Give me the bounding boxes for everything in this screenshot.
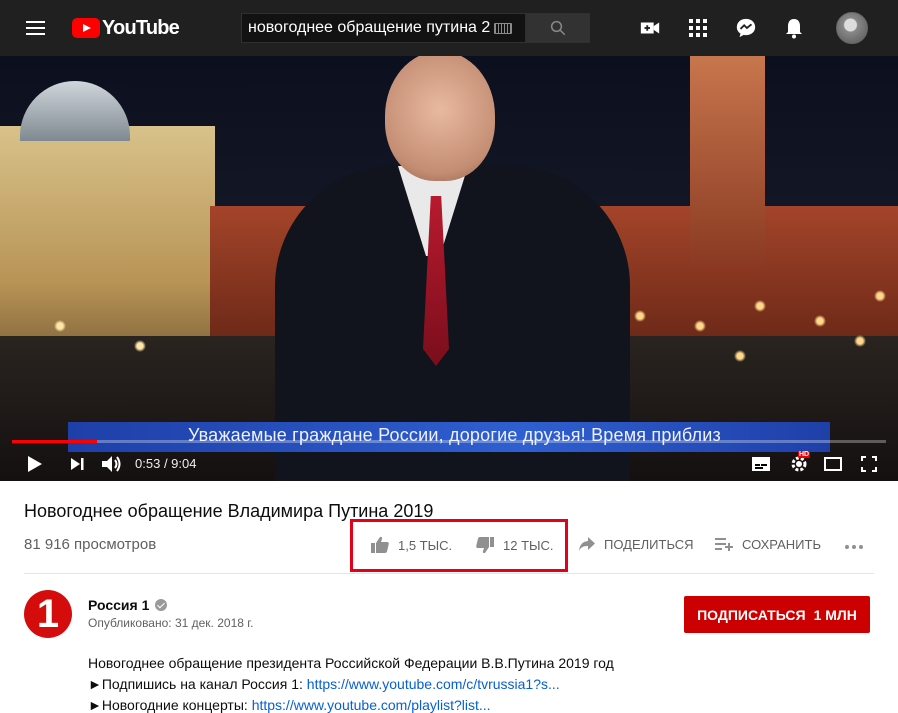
like-count: 1,5 ТЫС. [398, 537, 453, 553]
search-icon [550, 20, 566, 36]
create-video-icon[interactable] [638, 16, 662, 40]
video-player[interactable]: Уважаемые граждане России, дорогие друзь… [0, 56, 898, 481]
fullscreen-icon[interactable] [858, 452, 880, 476]
description-line: ►Новогодние концерты: https://www.youtub… [88, 697, 491, 713]
progress-played [12, 440, 97, 443]
dislike-count: 12 ТЫС. [503, 537, 554, 553]
volume-icon[interactable] [100, 452, 124, 476]
video-speaker-head [385, 56, 495, 181]
youtube-logo[interactable]: YouTube [72, 16, 180, 39]
divider [24, 573, 874, 574]
channel-link[interactable]: https://www.youtube.com/c/tvrussia1?s... [307, 676, 560, 692]
play-icon[interactable] [24, 452, 46, 476]
time-current: 0:53 [135, 456, 161, 471]
logo-text: YouTube [102, 16, 180, 39]
playlist-link[interactable]: https://www.youtube.com/playlist?list... [252, 697, 491, 713]
apps-icon[interactable] [686, 16, 710, 40]
time-total: 9:04 [171, 456, 197, 471]
menu-icon[interactable] [24, 16, 48, 40]
channel-name-text: Россия 1 [88, 597, 150, 613]
masthead: YouTube [0, 0, 898, 56]
subscribe-label: ПОДПИСАТЬСЯ [697, 606, 806, 623]
thumbs-down-icon [476, 537, 494, 554]
hd-badge: HD [798, 451, 811, 458]
settings-icon[interactable]: HD [786, 451, 812, 476]
avatar[interactable] [836, 12, 868, 44]
save-label: СОХРАНИТЬ [742, 536, 821, 552]
like-button[interactable]: 1,5 ТЫС. [370, 536, 452, 554]
description-text: ►Новогодние концерты: [88, 697, 252, 713]
miniplayer-icon[interactable] [822, 452, 844, 476]
thumbs-up-icon [371, 536, 389, 553]
subscribe-button[interactable]: ПОДПИСАТЬСЯ 1 МЛН [684, 596, 870, 633]
view-count: 81 916 просмотров [24, 536, 157, 553]
channel-logo-text: 1 [36, 592, 60, 636]
share-label: ПОДЕЛИТЬСЯ [604, 536, 694, 552]
description-line: Новогоднее обращение президента Российск… [88, 655, 614, 671]
share-icon [579, 537, 595, 551]
verified-icon [155, 599, 168, 611]
keyboard-icon[interactable] [494, 22, 512, 34]
share-button[interactable]: ПОДЕЛИТЬСЯ [578, 536, 693, 552]
subtitles-icon[interactable] [750, 452, 772, 476]
save-button[interactable]: СОХРАНИТЬ [714, 536, 821, 552]
search-button[interactable] [526, 13, 590, 43]
youtube-play-icon [72, 18, 100, 38]
subscriber-count: 1 МЛН [813, 606, 857, 623]
channel-avatar[interactable]: 1 [24, 590, 72, 638]
description-line: ►Подпишись на канал Россия 1: https://ww… [88, 676, 560, 692]
publish-date: Опубликовано: 31 дек. 2018 г. [88, 616, 254, 630]
dislike-button[interactable]: 12 ТЫС. [475, 536, 554, 554]
messages-icon[interactable] [734, 16, 758, 40]
player-controls: 0:53 / 9:04 HD [0, 446, 898, 481]
time-display: 0:53 / 9:04 [135, 456, 196, 471]
description-text: ►Подпишись на канал Россия 1: [88, 676, 307, 692]
search-input[interactable] [242, 19, 490, 37]
channel-name[interactable]: Россия 1 [88, 597, 168, 613]
notifications-icon[interactable] [782, 16, 806, 40]
playlist-add-icon [715, 538, 733, 551]
next-icon[interactable] [66, 452, 88, 476]
more-actions-icon[interactable] [844, 537, 864, 562]
search-box [241, 13, 526, 43]
progress-bar[interactable] [12, 440, 886, 443]
